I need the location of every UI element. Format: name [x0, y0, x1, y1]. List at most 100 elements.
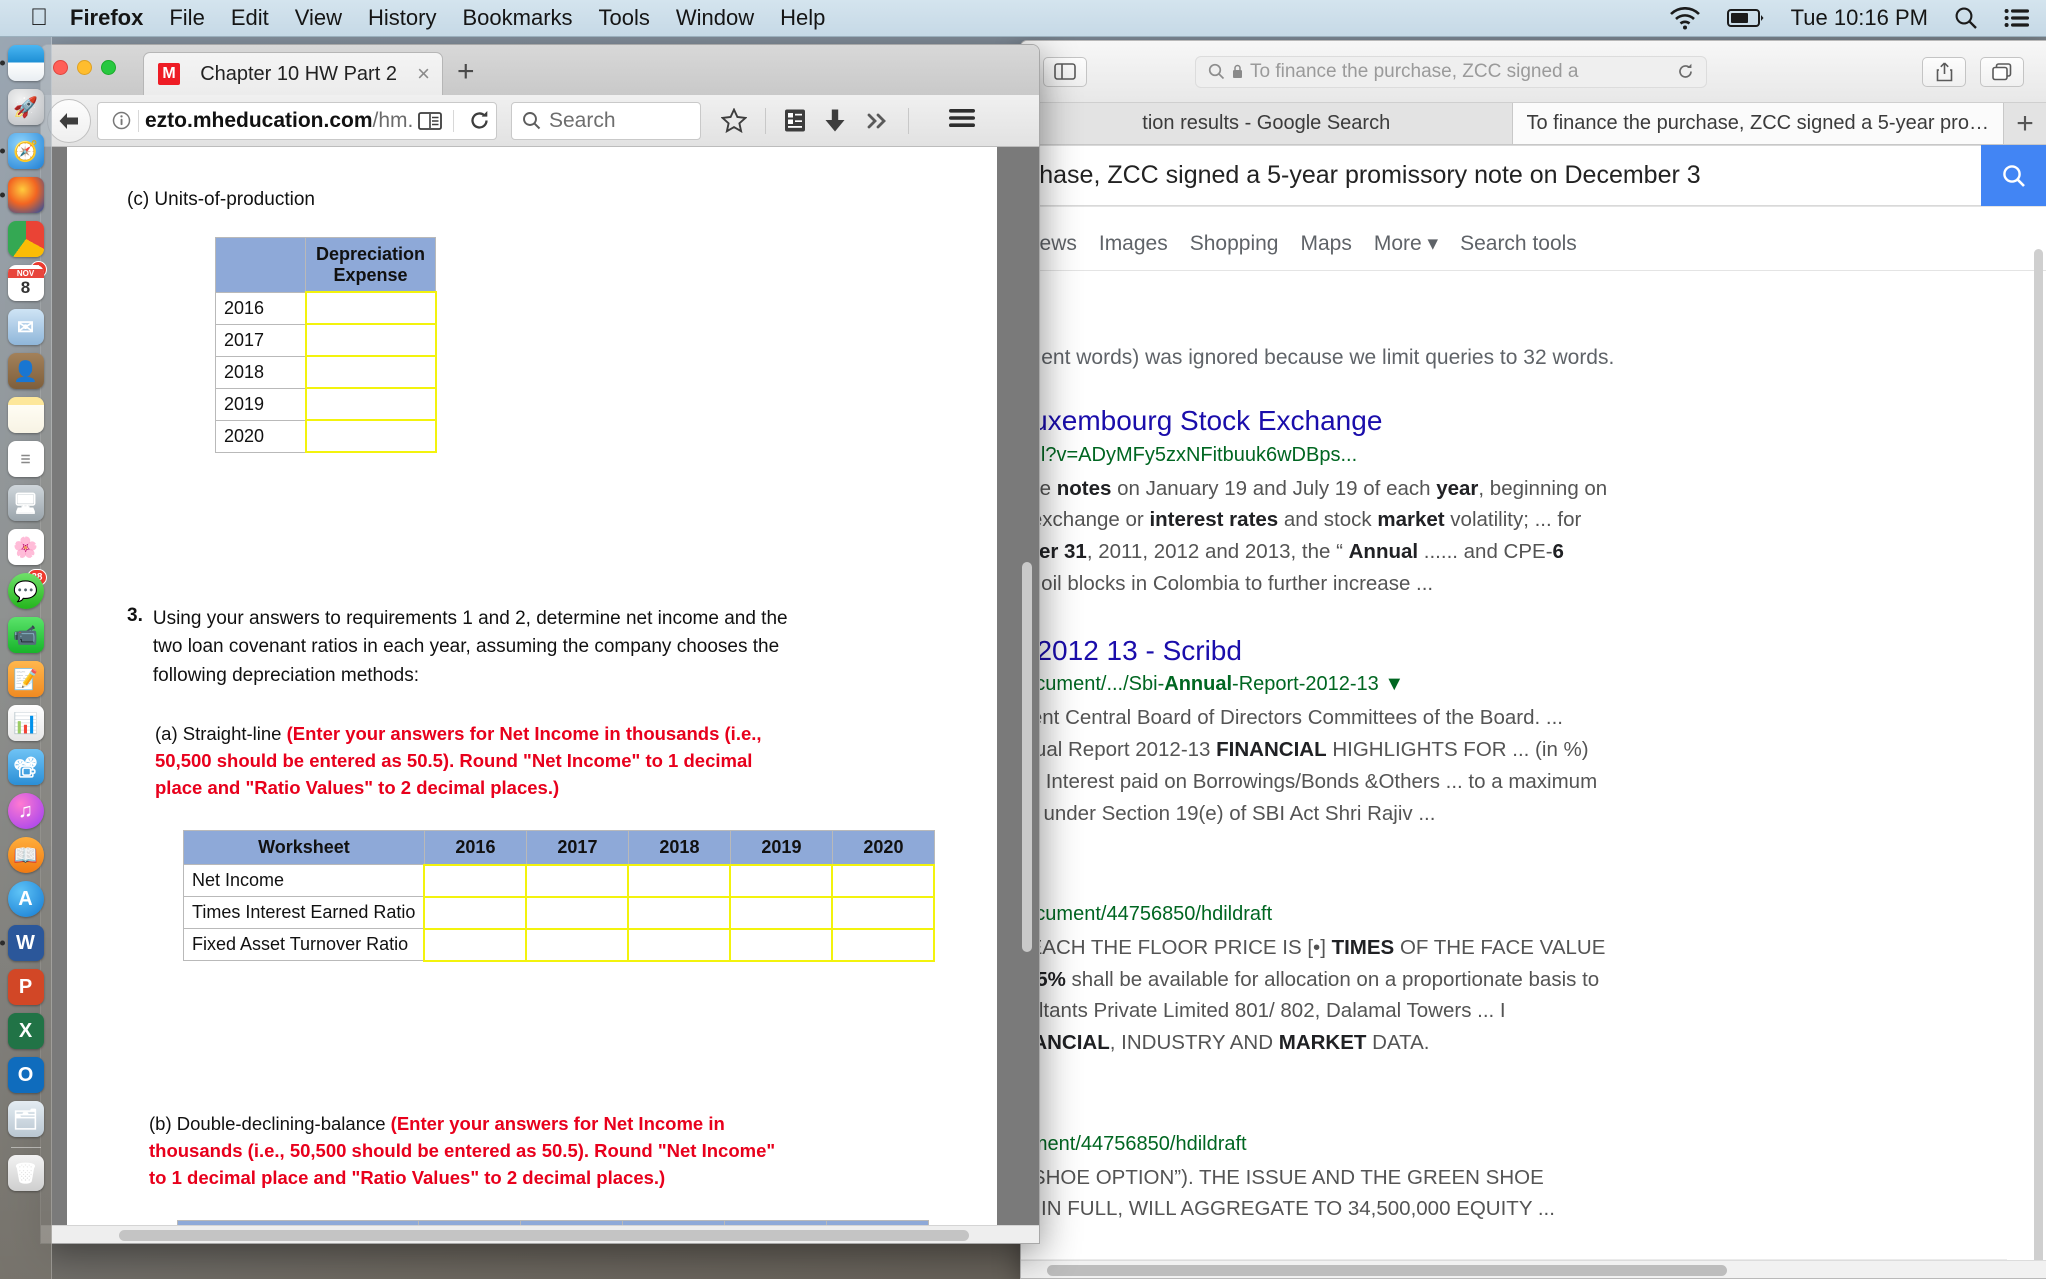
dep-input-2016[interactable] [304, 291, 437, 326]
show-all-tabs-icon[interactable] [1980, 56, 2024, 87]
menu-tools[interactable]: Tools [599, 5, 650, 31]
firefox-horizontal-scrollbar[interactable] [41, 1225, 1039, 1243]
sidebar-toggle-icon[interactable] [1043, 56, 1087, 87]
google-nav-more[interactable]: More ▾ [1374, 231, 1460, 270]
dock-item-notes[interactable] [6, 395, 46, 435]
google-result-title[interactable]: Sbi Annual Report 2012 13 - Scribd [1021, 634, 2046, 668]
scrollbar-thumb[interactable] [1022, 562, 1032, 952]
google-result-url[interactable]: https://www.scribd.com/document/.../Sbi-… [1021, 673, 2046, 696]
star-icon[interactable] [721, 108, 747, 133]
menu-window[interactable]: Window [676, 5, 754, 31]
firefox-tab-active[interactable]: M Chapter 10 HW Part 2 × [143, 52, 443, 95]
menu-help[interactable]: Help [780, 5, 825, 31]
dep-input-2017[interactable] [304, 323, 437, 358]
dock-item-ibooks[interactable]: 📖 [6, 835, 46, 875]
scrollbar-thumb[interactable] [1047, 1265, 1727, 1276]
google-result-title[interactable]: [PDF]Prospectus - Luxembourg Stock Excha… [1021, 404, 2046, 438]
google-nav-images[interactable]: Images [1099, 232, 1190, 270]
sl-fat-2020[interactable] [831, 927, 936, 962]
menu-view[interactable]: View [295, 5, 342, 31]
dock-item-mail[interactable]: ✉ [6, 307, 46, 347]
sl-net-income-2019[interactable] [729, 863, 834, 898]
menu-bookmarks[interactable]: Bookmarks [462, 5, 572, 31]
dock-item-numbers[interactable]: 📊 [6, 703, 46, 743]
menu-file[interactable]: File [169, 5, 204, 31]
dock-item-word[interactable]: W [0, 923, 46, 963]
dock-item-app-store[interactable]: A [6, 879, 46, 919]
spotlight-search-icon[interactable] [1954, 6, 1978, 30]
google-nav-maps[interactable]: Maps [1300, 232, 1373, 270]
menu-history[interactable]: History [368, 5, 436, 31]
dock-item-chrome[interactable] [6, 219, 46, 259]
menu-firefox[interactable]: Firefox [70, 5, 143, 31]
sl-net-income-2018[interactable] [627, 863, 732, 898]
dock-item-safari[interactable]: 🧭 [0, 131, 46, 171]
dock-item-outlook[interactable]: O [6, 1055, 46, 1095]
sl-net-income-2016[interactable] [423, 863, 528, 898]
dock-item-itunes[interactable]: ♫ [6, 791, 46, 831]
google-result-1[interactable]: Sbi Annual Report 2012 13 - Scribd https… [1021, 634, 2046, 830]
dep-input-2018[interactable] [304, 355, 437, 390]
sl-fat-2018[interactable] [627, 927, 732, 962]
dock-item-reminders[interactable]: ☰ [6, 439, 46, 479]
scrollbar-thumb[interactable] [2034, 249, 2043, 1278]
dock-item-trash[interactable]: 🗑 [6, 1153, 46, 1193]
dock-item-contacts[interactable]: 👤 [6, 351, 46, 391]
firefox-new-tab-button[interactable]: + [457, 57, 475, 87]
safari-tab-0[interactable]: tion results - Google Search [1021, 103, 1513, 144]
dep-input-2020[interactable] [304, 419, 437, 454]
google-nav-search-tools[interactable]: Search tools [1460, 232, 1599, 270]
minimize-window-button[interactable] [77, 60, 92, 75]
sl-tie-2019[interactable] [729, 895, 834, 930]
chevron-double-right-icon[interactable] [864, 110, 890, 132]
firefox-vertical-scrollbar[interactable] [1021, 147, 1033, 1243]
dock-item-facetime[interactable]: 📹 [6, 615, 46, 655]
google-search-input[interactable]: To finance the purchase, ZCC signed a 5-… [1021, 145, 1981, 206]
dock-item-photos[interactable]: 🌸 [6, 527, 46, 567]
close-icon[interactable]: × [417, 63, 430, 85]
sl-net-income-2020[interactable] [831, 863, 936, 898]
dock-item-tv[interactable]: 🖥 [6, 483, 46, 523]
dep-input-2019[interactable] [304, 387, 437, 422]
safari-window[interactable]: To finance the purchase, ZCC signed a ti… [1020, 40, 2046, 1279]
menu-edit[interactable]: Edit [231, 5, 269, 31]
google-result-title[interactable]: hdildraft - Scribd [1021, 1093, 2046, 1127]
dock-item-messages[interactable]: 28💬 [6, 569, 47, 611]
notification-center-icon[interactable] [2004, 7, 2030, 29]
maximize-window-button[interactable] [101, 60, 116, 75]
google-result-3[interactable]: hdildraft - Scribd https://ar.scribd.com… [1021, 1093, 2046, 1225]
sl-tie-2020[interactable] [831, 895, 936, 930]
share-icon[interactable] [1922, 56, 1966, 87]
battery-icon[interactable] [1726, 8, 1765, 28]
scrollbar-thumb[interactable] [119, 1230, 969, 1241]
dock-item-excel[interactable]: X [6, 1011, 46, 1051]
sl-tie-2017[interactable] [525, 895, 630, 930]
safari-new-tab-button[interactable]: + [2004, 103, 2046, 144]
sl-tie-2018[interactable] [627, 895, 732, 930]
dock-item-pages[interactable]: 📝 [6, 659, 46, 699]
menubar-clock[interactable]: Tue 10:16 PM [1791, 5, 1928, 31]
info-icon[interactable] [106, 111, 136, 130]
google-result-title[interactable]: hdildraft - Scribd [1021, 863, 2046, 897]
sl-tie-2016[interactable] [423, 895, 528, 930]
dock-item-calendar[interactable]: 1NOV8 [6, 261, 47, 303]
safari-vertical-scrollbar[interactable] [2033, 249, 2044, 1278]
firefox-search-bar[interactable]: Search [511, 101, 701, 140]
dock-item-keynote[interactable]: 📽 [6, 747, 46, 787]
dock-item-firefox[interactable] [0, 175, 46, 215]
google-search-button[interactable] [1981, 145, 2046, 206]
firefox-address-bar[interactable]: ezto.mheducation.com/hm.tp [97, 101, 497, 140]
sl-fat-2017[interactable] [525, 927, 630, 962]
library-icon[interactable] [784, 108, 806, 133]
sl-fat-2016[interactable] [423, 927, 528, 962]
back-button[interactable] [47, 98, 91, 143]
download-icon[interactable] [824, 108, 846, 133]
google-nav-shopping[interactable]: Shopping [1190, 232, 1301, 270]
sl-net-income-2017[interactable] [525, 863, 630, 898]
dock-item-powerpoint[interactable]: P [6, 967, 46, 1007]
dock-item-airdrop[interactable]: 🗂 [6, 1099, 46, 1139]
close-window-button[interactable] [53, 60, 68, 75]
apple-logo-icon[interactable]:  [30, 6, 48, 30]
safari-horizontal-scrollbar[interactable] [1021, 1260, 2046, 1278]
google-result-2[interactable]: hdildraft - Scribd https://www.scribd.co… [1021, 863, 2046, 1059]
